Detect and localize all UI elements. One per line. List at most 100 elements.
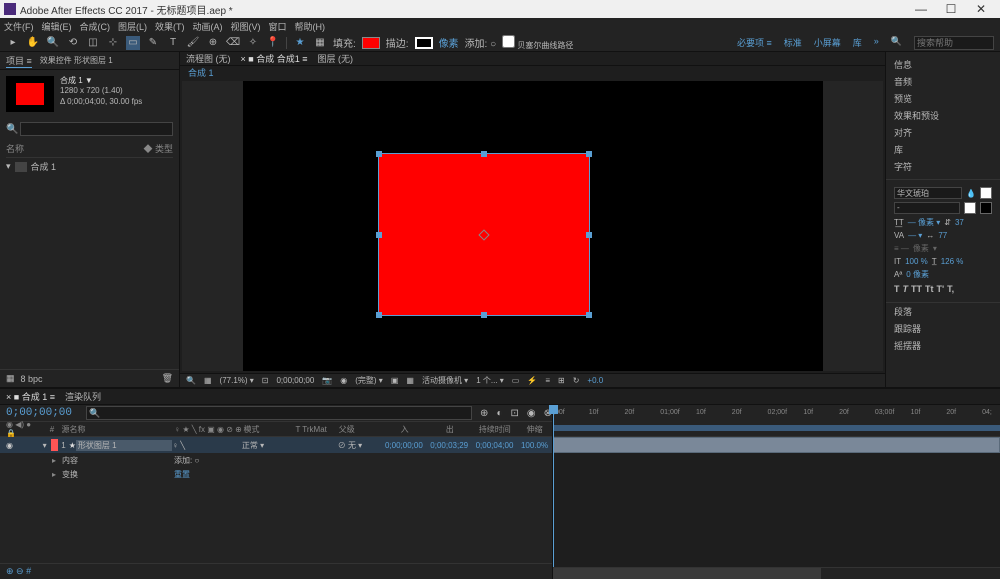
faux-italic-button[interactable]: T xyxy=(903,284,909,294)
camera-tool-icon[interactable]: ◫ xyxy=(86,36,100,50)
panel-character[interactable]: 字符 xyxy=(886,158,1000,175)
expand-icon[interactable]: ▸ xyxy=(52,456,56,465)
timeline-switch-icon[interactable]: ⊡ xyxy=(510,408,518,419)
expand-icon[interactable]: ▸ xyxy=(52,470,56,479)
reset-transform-button[interactable]: 重置 xyxy=(174,469,190,480)
view-dropdown[interactable]: 1 个... ▾ xyxy=(476,375,504,386)
timeline-icon[interactable]: ≡ xyxy=(545,376,550,385)
transform-handle[interactable] xyxy=(586,151,592,157)
channel-icon[interactable]: ◉ xyxy=(340,376,347,385)
project-item-comp[interactable]: ▾ 合成 1 xyxy=(6,158,173,175)
timeline-zoom-scrollbar[interactable] xyxy=(553,567,1000,579)
work-area-bar[interactable] xyxy=(553,425,1000,431)
bpc-button[interactable]: 8 bpc xyxy=(21,374,43,384)
snapshot-icon[interactable]: 📷 xyxy=(322,376,332,385)
workspace-menu-icon[interactable]: » xyxy=(874,36,879,50)
shape-layer-rectangle[interactable] xyxy=(378,153,590,316)
menu-layer[interactable]: 图层(L) xyxy=(118,20,147,33)
search-help-input[interactable] xyxy=(914,36,994,50)
resolution-dropdown[interactable]: (完整) ▾ xyxy=(355,375,383,386)
timeline-switch-icon[interactable]: ◉ xyxy=(527,408,536,419)
workspace-standard[interactable]: 标准 xyxy=(784,36,802,50)
star-icon[interactable]: ★ xyxy=(293,36,307,50)
layer-duration-bar[interactable] xyxy=(553,437,1000,453)
layer-contents-group[interactable]: ▸ 内容 添加: ○ xyxy=(0,453,552,467)
panel-library[interactable]: 库 xyxy=(886,141,1000,158)
workspace-small[interactable]: 小屏幕 xyxy=(814,36,841,50)
col-name[interactable]: 名称 xyxy=(6,142,24,155)
expand-layer-icon[interactable]: ▾ xyxy=(43,441,52,450)
current-timecode[interactable]: 0;00;00;00 xyxy=(0,405,78,421)
selection-tool-icon[interactable]: ▸ xyxy=(6,36,20,50)
tab-render-queue[interactable]: 渲染队列 xyxy=(65,390,101,403)
leading-value[interactable]: 37 xyxy=(955,218,964,227)
hscale-value[interactable]: 126 % xyxy=(941,257,964,266)
transform-handle[interactable] xyxy=(481,312,487,318)
font-style-dropdown[interactable]: - xyxy=(894,202,960,214)
time-ruler[interactable]: ;00f 10f 20f 01;00f 10f 20f 02;00f 10f 2… xyxy=(553,405,1000,437)
panel-preview[interactable]: 预览 xyxy=(886,90,1000,107)
timeline-layer-row[interactable]: ◉ ▾ 1 ★ 形状图层 1 ♀ ╲ 正常 ▾ ⊘ 无 ▾ 0;00;00;00… xyxy=(0,437,552,453)
fast-preview-icon[interactable]: ⚡ xyxy=(527,376,537,385)
panel-align[interactable]: 对齐 xyxy=(886,124,1000,141)
transform-handle[interactable] xyxy=(586,312,592,318)
maximize-button[interactable]: ☐ xyxy=(936,2,966,16)
roi-icon[interactable]: ▣ xyxy=(391,376,399,385)
menu-file[interactable]: 文件(F) xyxy=(4,20,34,33)
transform-handle[interactable] xyxy=(586,232,592,238)
timeline-switch-icon[interactable]: ◐ xyxy=(496,408,502,419)
vscale-value[interactable]: 100 % xyxy=(905,257,928,266)
rectangle-tool-icon[interactable]: ▭ xyxy=(126,36,140,50)
minimize-button[interactable]: — xyxy=(906,2,936,16)
zoom-handle[interactable] xyxy=(553,568,821,579)
subscript-button[interactable]: T, xyxy=(947,284,954,294)
menu-effect[interactable]: 效果(T) xyxy=(155,20,185,33)
bezier-checkbox[interactable] xyxy=(502,35,515,48)
grid-icon[interactable]: ▦ xyxy=(204,376,212,385)
pixel-aspect-icon[interactable]: ▭ xyxy=(512,376,520,385)
time-display[interactable]: 0;00;00;00 xyxy=(276,376,314,385)
panel-wiggler[interactable]: 摇摆器 xyxy=(886,337,1000,354)
col-type[interactable]: ◆ 类型 xyxy=(143,142,173,155)
layer-out-point[interactable]: 0;00;03;29 xyxy=(427,441,472,450)
blend-mode-dropdown[interactable]: 正常 xyxy=(242,441,258,450)
shy-switch-icon[interactable]: ♀ xyxy=(172,441,178,450)
panel-effects-presets[interactable]: 效果和预设 xyxy=(886,107,1000,124)
font-family-dropdown[interactable]: 华文琥珀 xyxy=(894,187,962,199)
faux-bold-button[interactable]: T xyxy=(894,284,900,294)
magnify-icon[interactable]: 🔍 xyxy=(186,376,196,385)
roto-tool-icon[interactable]: ✧ xyxy=(246,36,260,50)
transform-handle[interactable] xyxy=(481,151,487,157)
layer-name[interactable]: 形状图层 1 xyxy=(76,440,172,451)
timeline-switch-icon[interactable]: ⊕ xyxy=(480,408,488,419)
baseline-value[interactable]: 0 像素 xyxy=(906,269,929,280)
add-label[interactable]: 添加: ○ xyxy=(465,35,497,50)
close-button[interactable]: ✕ xyxy=(966,2,996,16)
tracking-value[interactable]: 77 xyxy=(938,231,947,240)
text-stroke-swatch-w[interactable] xyxy=(964,202,976,214)
menu-composition[interactable]: 合成(C) xyxy=(80,20,111,33)
eraser-tool-icon[interactable]: ⌫ xyxy=(226,36,240,50)
comp-thumbnail[interactable] xyxy=(6,76,54,112)
col-source-name[interactable]: 源名称 xyxy=(61,424,174,435)
reset-exposure-icon[interactable]: ↻ xyxy=(573,376,580,385)
small-caps-button[interactable]: Tt xyxy=(925,284,934,294)
transform-handle[interactable] xyxy=(376,232,382,238)
tab-composition[interactable]: × ■ 合成 合成1 ≡ xyxy=(241,52,308,65)
transform-handle[interactable] xyxy=(376,151,382,157)
camera-dropdown[interactable]: 活动摄像机 ▾ xyxy=(422,375,468,386)
parent-dropdown[interactable]: 无 xyxy=(348,441,356,450)
interpret-icon[interactable]: ▦ xyxy=(6,373,15,384)
text-tool-icon[interactable]: T xyxy=(166,36,180,50)
brush-tool-icon[interactable]: 🖌 xyxy=(186,36,200,50)
panel-audio[interactable]: 音频 xyxy=(886,73,1000,90)
tab-layer[interactable]: 图层 (无) xyxy=(317,52,353,65)
kerning-value[interactable]: — ▾ xyxy=(908,231,922,240)
comp-flowchart-icon[interactable]: ⊞ xyxy=(558,376,565,385)
layer-in-point[interactable]: 0;00;00;00 xyxy=(381,441,426,450)
visibility-toggle-icon[interactable]: ◉ xyxy=(6,441,18,450)
transparency-icon[interactable]: ▦ xyxy=(406,376,414,385)
comp-breadcrumb[interactable]: 合成 1 xyxy=(180,66,885,79)
tab-timeline-comp[interactable]: × ■ 合成 1 ≡ xyxy=(6,390,55,403)
menu-edit[interactable]: 编辑(E) xyxy=(42,20,72,33)
